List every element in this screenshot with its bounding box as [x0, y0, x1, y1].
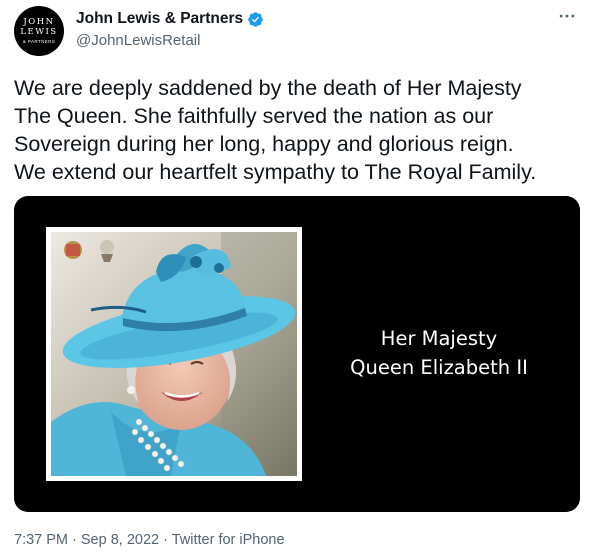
tweet-media-image[interactable]: Her Majesty Queen Elizabeth II [14, 196, 580, 512]
meta-separator-2: · [159, 532, 172, 548]
avatar-text-john: JOHN [23, 16, 55, 27]
avatar-text-lewis: LEWIS [20, 27, 58, 38]
tweet-text: We are deeply saddened by the death of H… [14, 76, 537, 184]
more-options-icon[interactable] [557, 6, 577, 31]
avatar-text-partners: & PARTNERS [22, 38, 56, 44]
avatar[interactable]: JOHN LEWIS & PARTNERS [14, 6, 64, 56]
queen-portrait-photo [51, 232, 297, 476]
caption-line-1: Her Majesty [380, 327, 498, 350]
caption-line-2: Queen Elizabeth II [350, 356, 528, 379]
more-dots-icon [559, 14, 575, 18]
display-name[interactable]: John Lewis & Partners [76, 10, 243, 28]
author-name-row[interactable]: John Lewis & Partners [76, 10, 264, 28]
tweet-time[interactable]: 7:37 PM [14, 532, 68, 548]
verified-badge-icon [248, 11, 263, 27]
media-caption: Her Majesty Queen Elizabeth II [330, 324, 548, 382]
meta-separator: · [68, 532, 81, 548]
tweet-metadata: 7:37 PM · Sep 8, 2022 · Twitter for iPho… [14, 532, 285, 548]
user-handle[interactable]: @JohnLewisRetail [76, 32, 200, 49]
tweet-date[interactable]: Sep 8, 2022 [81, 532, 159, 548]
tweet-source[interactable]: Twitter for iPhone [172, 532, 285, 548]
portrait-photo-frame [46, 227, 302, 481]
